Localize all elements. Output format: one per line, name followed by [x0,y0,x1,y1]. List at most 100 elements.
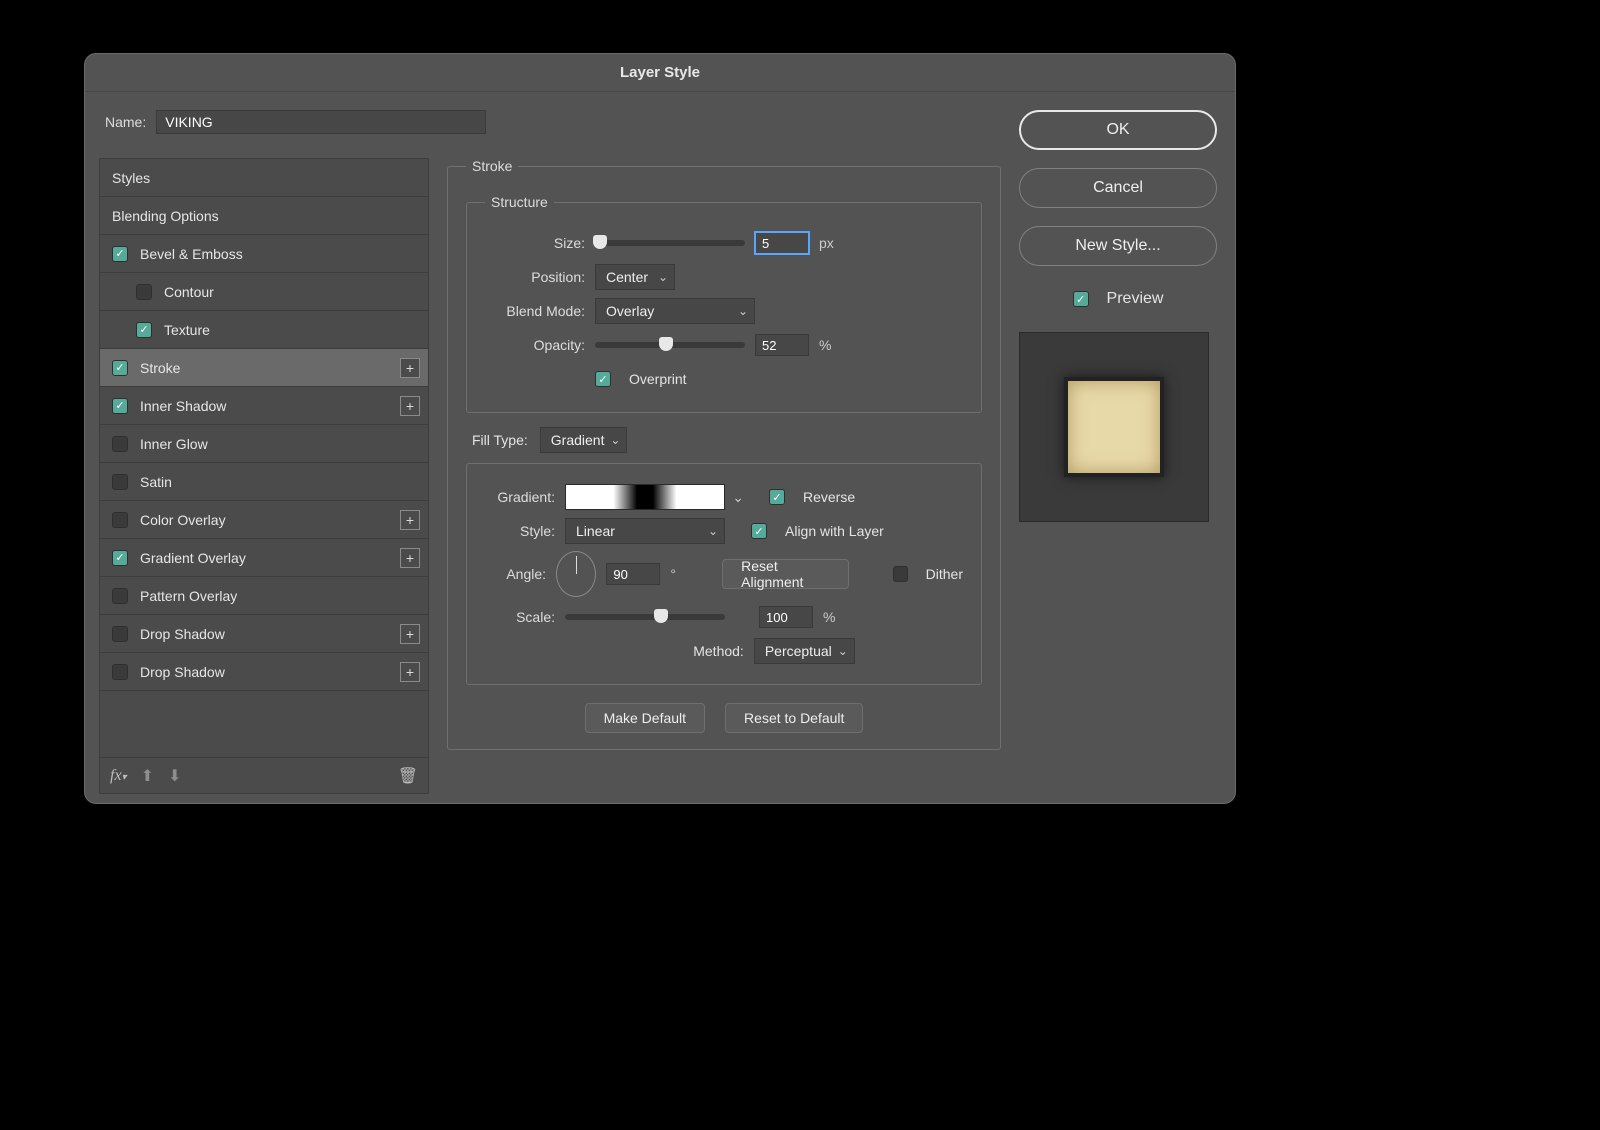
add-effect-icon[interactable]: + [400,624,420,644]
align-label: Align with Layer [785,523,884,539]
reset-default-button[interactable]: Reset to Default [725,703,863,733]
opacity-slider[interactable] [595,342,745,348]
style-row: Style: Linear Align with Layer [485,514,963,548]
structure-group: Structure Size: px Position: Center Blen… [466,194,982,413]
angle-label: Angle: [485,566,546,582]
effect-checkbox[interactable] [112,588,128,604]
effect-item-bevel-emboss[interactable]: Bevel & Emboss [100,235,428,273]
ok-button[interactable]: OK [1019,110,1217,150]
layer-style-dialog: Layer Style Name: Styles Blending Option… [84,53,1236,804]
make-default-button[interactable]: Make Default [585,703,705,733]
opacity-row: Opacity: % [485,328,963,362]
stroke-section: Stroke Structure Size: px Position: Cent… [447,158,1001,750]
add-effect-icon[interactable]: + [400,396,420,416]
preview-toggle-row: Preview [1019,290,1217,308]
move-down-icon[interactable]: ⬇ [168,766,181,786]
effect-label: Inner Glow [140,425,208,463]
angle-dial[interactable] [556,551,596,597]
filltype-label: Fill Type: [472,432,528,448]
align-checkbox[interactable] [751,523,767,539]
effect-checkbox[interactable] [136,284,152,300]
effect-label: Contour [164,273,214,311]
scale-input[interactable] [759,606,813,628]
scale-slider[interactable] [565,614,725,620]
effect-item-color-overlay[interactable]: Color Overlay + [100,501,428,539]
size-label: Size: [485,235,585,251]
main-panel: Stroke Structure Size: px Position: Cent… [447,158,1001,794]
effect-item-inner-glow[interactable]: Inner Glow [100,425,428,463]
effect-item-gradient-overlay[interactable]: Gradient Overlay + [100,539,428,577]
effect-item-stroke[interactable]: Stroke+ [100,349,428,387]
effect-label: Drop Shadow [140,615,225,653]
effect-checkbox[interactable] [112,664,128,680]
name-label: Name: [105,114,146,130]
name-row: Name: [105,110,486,134]
effect-item-satin[interactable]: Satin [100,463,428,501]
add-effect-icon[interactable]: + [400,358,420,378]
angle-row: Angle: ° Reset Alignment Dither [485,548,963,600]
cancel-button[interactable]: Cancel [1019,168,1217,208]
effect-checkbox[interactable] [112,436,128,452]
defaults-row: Make Default Reset to Default [466,703,982,733]
opacity-input[interactable] [755,334,809,356]
styles-header[interactable]: Styles [100,159,428,197]
effect-label: Color Overlay [140,501,226,539]
stroke-legend: Stroke [466,158,518,174]
overprint-checkbox[interactable] [595,371,611,387]
layer-name-input[interactable] [156,110,486,134]
gradient-swatch[interactable] [565,484,725,510]
opacity-unit: % [819,337,831,353]
angle-unit: ° [670,566,676,582]
effect-label: Gradient Overlay [140,539,246,577]
effect-checkbox[interactable] [112,626,128,642]
effect-label: Inner Shadow [140,387,226,425]
effect-checkbox[interactable] [112,398,128,414]
effect-label: Pattern Overlay [140,577,237,615]
effect-checkbox[interactable] [112,474,128,490]
effects-footer: fx▾ ⬆ ⬇ 🗑 [100,757,428,793]
effect-item-contour[interactable]: Contour [100,273,428,311]
position-select[interactable]: Center [595,264,675,290]
preview-tile [1064,377,1164,477]
grad-style-label: Style: [485,523,555,539]
reverse-label: Reverse [803,489,855,505]
effect-item-inner-shadow[interactable]: Inner Shadow + [100,387,428,425]
add-effect-icon[interactable]: + [400,548,420,568]
scale-row: Scale: % [485,600,963,634]
gradient-label: Gradient: [485,489,555,505]
right-panel: OK Cancel New Style... Preview [1019,110,1217,522]
filltype-row: Fill Type: Gradient [472,427,982,453]
effect-checkbox[interactable] [136,322,152,338]
effect-item-pattern-overlay[interactable]: Pattern Overlay [100,577,428,615]
effect-checkbox[interactable] [112,360,128,376]
dither-checkbox[interactable] [893,566,907,582]
preview-checkbox[interactable] [1073,291,1089,307]
new-style-button[interactable]: New Style... [1019,226,1217,266]
blending-options-header[interactable]: Blending Options [100,197,428,235]
size-slider[interactable] [595,240,745,246]
filltype-select[interactable]: Gradient [540,427,628,453]
effect-item-drop-shadow[interactable]: Drop Shadow + [100,615,428,653]
effect-item-texture[interactable]: Texture [100,311,428,349]
grad-style-select[interactable]: Linear [565,518,725,544]
gradient-row: Gradient: Reverse [485,480,963,514]
trash-icon[interactable]: 🗑 [398,766,418,786]
effect-checkbox[interactable] [112,512,128,528]
preview-label: Preview [1107,290,1164,308]
reverse-checkbox[interactable] [769,489,785,505]
dialog-body: Name: Styles Blending Options Bevel & Em… [85,92,1235,803]
overprint-label: Overprint [629,371,687,387]
add-effect-icon[interactable]: + [400,662,420,682]
angle-input[interactable] [606,563,660,585]
fill-group: Gradient: Reverse Style: Linear Align wi… [466,463,982,685]
effect-checkbox[interactable] [112,550,128,566]
fx-icon[interactable]: fx▾ [110,767,127,785]
reset-alignment-button[interactable]: Reset Alignment [722,559,849,589]
add-effect-icon[interactable]: + [400,510,420,530]
effect-item-drop-shadow[interactable]: Drop Shadow+ [100,653,428,691]
size-input[interactable] [755,232,809,254]
move-up-icon[interactable]: ⬆ [141,766,154,786]
blendmode-select[interactable]: Overlay [595,298,755,324]
method-select[interactable]: Perceptual [754,638,855,664]
effect-checkbox[interactable] [112,246,128,262]
